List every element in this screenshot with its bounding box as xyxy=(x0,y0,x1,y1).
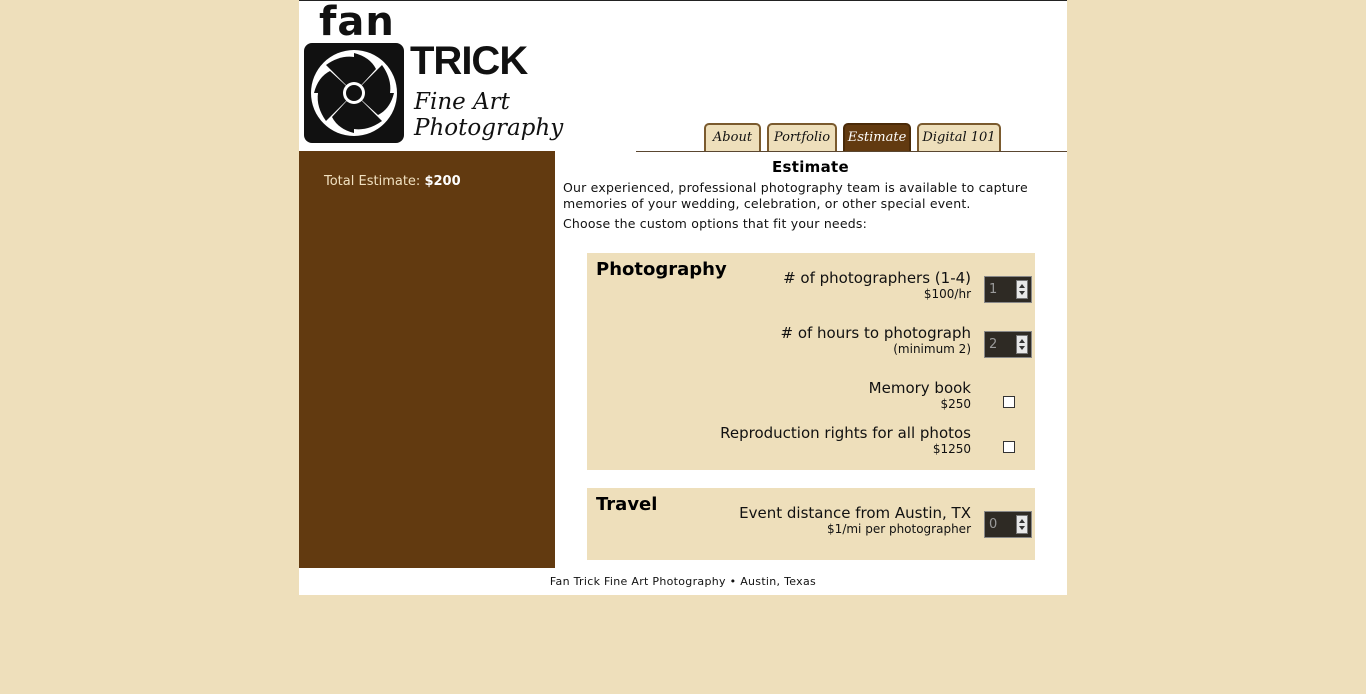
option-reproduction-rights: Reproduction rights for all photos $1250 xyxy=(720,425,971,457)
option-label: # of photographers (1-4) xyxy=(783,269,971,287)
option-memory-book: Memory book $250 xyxy=(869,380,971,412)
option-hours: # of hours to photograph (minimum 2) xyxy=(780,325,971,357)
stepper-arrows-icon[interactable] xyxy=(1016,335,1028,354)
logo-text-fan: fan xyxy=(319,0,395,45)
site-header: fan TRICK Fine Art Photography About Por… xyxy=(299,0,1067,152)
logo-text-trick: TRICK xyxy=(410,39,528,83)
estimate-sidebar: Total Estimate: $200 xyxy=(299,151,555,568)
option-price: $1/mi per photographer xyxy=(827,522,971,536)
option-price: $250 xyxy=(940,397,971,411)
option-distance: Event distance from Austin, TX $1/mi per… xyxy=(739,505,971,537)
stepper-value: 0 xyxy=(989,517,998,532)
tab-portfolio[interactable]: Portfolio xyxy=(767,123,837,151)
photography-panel: Photography # of photographers (1-4) $10… xyxy=(587,253,1035,470)
memory-book-checkbox[interactable] xyxy=(1003,396,1015,408)
tab-about[interactable]: About xyxy=(704,123,761,151)
option-note: (minimum 2) xyxy=(893,342,971,356)
tab-estimate[interactable]: Estimate xyxy=(843,123,911,151)
stepper-value: 2 xyxy=(989,337,998,352)
option-label: Reproduction rights for all photos xyxy=(720,424,971,442)
intro-instructions: Choose the custom options that fit your … xyxy=(563,216,867,231)
stepper-value: 1 xyxy=(989,282,998,297)
intro-paragraph: Our experienced, professional photograph… xyxy=(563,180,1028,211)
main-content: Estimate Our experienced, professional p… xyxy=(563,151,1063,568)
travel-panel: Travel Event distance from Austin, TX $1… xyxy=(587,488,1035,560)
option-label: # of hours to photograph xyxy=(780,324,971,342)
tab-digital-101[interactable]: Digital 101 xyxy=(917,123,1001,151)
travel-heading: Travel xyxy=(596,494,658,515)
stepper-arrows-icon[interactable] xyxy=(1016,515,1028,534)
hours-stepper[interactable]: 2 xyxy=(984,331,1032,358)
total-estimate: Total Estimate: $200 xyxy=(324,174,461,189)
camera-aperture-icon xyxy=(304,43,404,143)
option-photographers: # of photographers (1-4) $100/hr xyxy=(783,270,971,302)
logo-text-tagline: Fine Art Photography xyxy=(414,89,564,141)
page-container: fan TRICK Fine Art Photography About Por… xyxy=(299,0,1067,595)
site-footer: Fan Trick Fine Art Photography • Austin,… xyxy=(549,575,817,588)
distance-stepper[interactable]: 0 xyxy=(984,511,1032,538)
photographers-stepper[interactable]: 1 xyxy=(984,276,1032,303)
option-price: $100/hr xyxy=(923,287,971,301)
total-estimate-value: $200 xyxy=(424,174,461,189)
reproduction-rights-checkbox[interactable] xyxy=(1003,441,1015,453)
total-estimate-label: Total Estimate: xyxy=(324,174,421,189)
page-title: Estimate xyxy=(772,158,849,176)
stepper-arrows-icon[interactable] xyxy=(1016,280,1028,299)
option-label: Event distance from Austin, TX xyxy=(739,504,971,522)
option-label: Memory book xyxy=(868,379,971,397)
site-logo[interactable]: fan TRICK Fine Art Photography xyxy=(304,0,639,148)
photography-heading: Photography xyxy=(596,259,727,280)
option-price: $1250 xyxy=(932,442,971,456)
